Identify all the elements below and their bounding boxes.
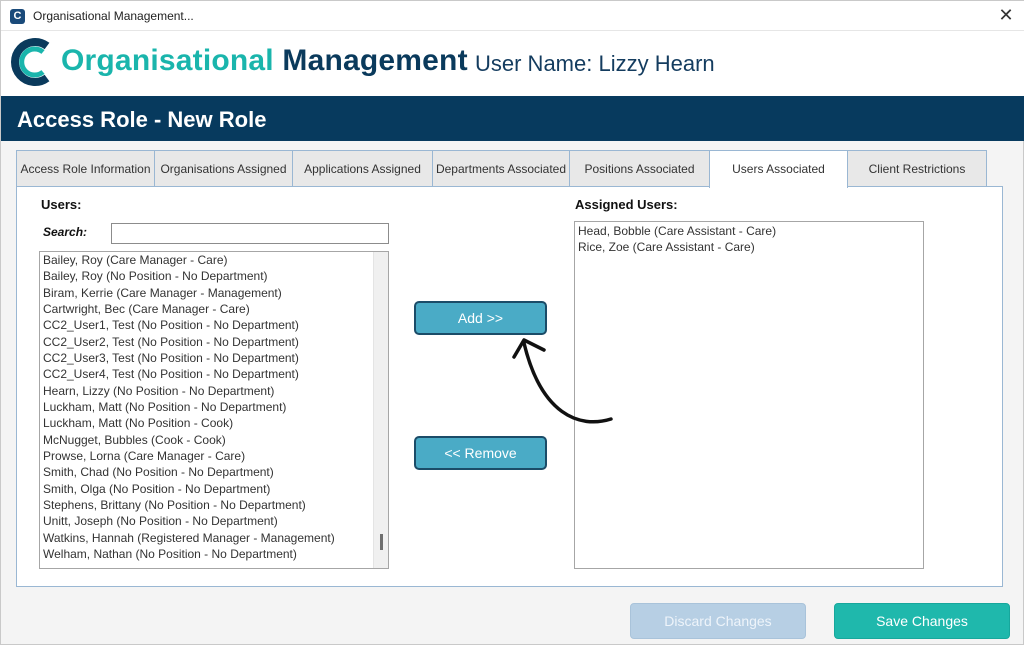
application-window: C Organisational Management... ✕ Organis…: [0, 0, 1024, 645]
assigned-users-label: Assigned Users:: [575, 197, 678, 212]
list-item[interactable]: Rice, Zoe (Care Assistant - Care): [578, 239, 755, 255]
list-item[interactable]: Smith, Chad (No Position - No Department…: [43, 464, 274, 480]
list-item[interactable]: Prowse, Lorna (Care Manager - Care): [43, 448, 245, 464]
app-logo-icon: C: [10, 9, 25, 24]
list-item[interactable]: Watkins, Hannah (Registered Manager - Ma…: [43, 530, 335, 546]
app-header: Organisational Management User Name: Liz…: [1, 31, 1024, 96]
list-item[interactable]: CC2_User1, Test (No Position - No Depart…: [43, 317, 299, 333]
save-changes-button[interactable]: Save Changes: [834, 603, 1010, 639]
page-title: Access Role - New Role: [17, 107, 267, 132]
users-label: Users:: [41, 197, 82, 212]
list-item[interactable]: Bailey, Roy (No Position - No Department…: [43, 268, 268, 284]
tab-applications-assigned[interactable]: Applications Assigned: [292, 150, 433, 187]
list-item[interactable]: CC2_User4, Test (No Position - No Depart…: [43, 366, 299, 382]
tab-access-role-information[interactable]: Access Role Information: [16, 150, 155, 187]
list-item[interactable]: Smith, Olga (No Position - No Department…: [43, 481, 270, 497]
list-item[interactable]: Biram, Kerrie (Care Manager - Management…: [43, 285, 282, 301]
tab-client-restrictions[interactable]: Client Restrictions: [847, 150, 987, 187]
list-item[interactable]: Hearn, Lizzy (No Position - No Departmen…: [43, 383, 274, 399]
tab-positions-associated[interactable]: Positions Associated: [569, 150, 710, 187]
close-icon[interactable]: ✕: [995, 5, 1017, 27]
tab-users-associated[interactable]: Users Associated: [709, 150, 848, 188]
brand-name-part2: Management: [282, 44, 468, 77]
list-item[interactable]: Head, Bobble (Care Assistant - Care): [578, 223, 776, 239]
brand-logo-icon: [11, 38, 50, 86]
search-label: Search:: [43, 225, 88, 239]
user-name-label: User Name: Lizzy Hearn: [475, 51, 715, 76]
title-bar: C Organisational Management... ✕: [1, 1, 1024, 31]
window-title: Organisational Management...: [33, 9, 194, 23]
tab-organisations-assigned[interactable]: Organisations Assigned: [154, 150, 293, 187]
scrollbar-thumb[interactable]: [380, 534, 383, 550]
users-list-scrollbar[interactable]: [373, 252, 388, 568]
users-list[interactable]: Bailey, Roy (Care Manager - Care) Bailey…: [39, 251, 389, 569]
list-item[interactable]: McNugget, Bubbles (Cook - Cook): [43, 432, 226, 448]
brand-name: Organisational Management: [61, 44, 468, 78]
discard-changes-button[interactable]: Discard Changes: [630, 603, 806, 639]
brand-name-part1: Organisational: [61, 44, 274, 77]
list-item[interactable]: Stephens, Brittany (No Position - No Dep…: [43, 497, 306, 513]
tab-departments-associated[interactable]: Departments Associated: [432, 150, 570, 187]
search-input[interactable]: [111, 223, 389, 244]
list-item[interactable]: CC2_User3, Test (No Position - No Depart…: [43, 350, 299, 366]
list-item[interactable]: Welham, Nathan (No Position - No Departm…: [43, 546, 297, 562]
list-item[interactable]: Luckham, Matt (No Position - Cook): [43, 415, 233, 431]
list-item[interactable]: Cartwright, Bec (Care Manager - Care): [43, 301, 250, 317]
remove-button[interactable]: << Remove: [414, 436, 547, 470]
assigned-users-list[interactable]: Head, Bobble (Care Assistant - Care) Ric…: [574, 221, 924, 569]
list-item[interactable]: Bailey, Roy (Care Manager - Care): [43, 252, 228, 268]
list-item[interactable]: Luckham, Matt (No Position - No Departme…: [43, 399, 286, 415]
list-item[interactable]: Unitt, Joseph (No Position - No Departme…: [43, 513, 278, 529]
curved-arrow-icon: [512, 338, 613, 424]
list-item[interactable]: CC2_User2, Test (No Position - No Depart…: [43, 334, 299, 350]
page-title-bar: Access Role - New Role: [1, 96, 1024, 141]
